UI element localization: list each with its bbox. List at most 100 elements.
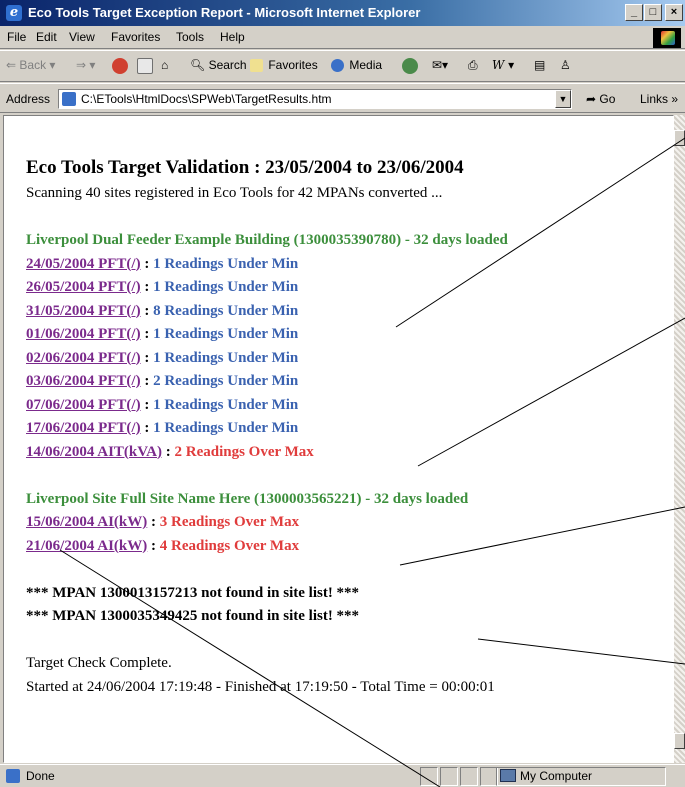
- address-dropdown-button[interactable]: ▼: [555, 90, 571, 108]
- status-pane: [420, 767, 438, 786]
- home-button[interactable]: ⌂: [161, 58, 168, 72]
- over-max-result: 2 Readings Over Max: [174, 443, 314, 460]
- reading-row: 03/06/2004 PFT(/) : 2 Readings Under Min: [26, 370, 673, 394]
- address-label: Address: [6, 92, 51, 106]
- reading-date-link[interactable]: 24/05/2004 PFT(/): [26, 256, 141, 272]
- status-text: Done: [26, 769, 55, 783]
- stop-button[interactable]: [112, 58, 130, 74]
- mail-icon: ✉▾: [432, 58, 449, 72]
- address-bar: Address C:\ETools\HtmlDocs\SPWeb\TargetR…: [0, 83, 685, 113]
- standard-toolbar: ⇐ Back ▾ ⇒ ▾ ⌂ 🔍︎ Search Favorites Media: [0, 50, 685, 82]
- close-button[interactable]: ×: [665, 4, 683, 21]
- site-heading: Liverpool Site Full Site Name Here (1300…: [26, 490, 469, 507]
- page-content: Eco Tools Target Validation : 23/05/2004…: [3, 115, 674, 763]
- menu-favorites[interactable]: Favorites: [111, 30, 160, 44]
- reading-row: 07/06/2004 PFT(/) : 1 Readings Under Min: [26, 394, 673, 418]
- maximize-button[interactable]: □: [644, 4, 662, 21]
- reading-row: 02/06/2004 PFT(/) : 1 Readings Under Min: [26, 347, 673, 371]
- go-arrow-icon: ➦: [586, 92, 597, 106]
- reading-date-link[interactable]: 15/06/2004 AI(kW): [26, 514, 147, 530]
- print-icon: ⎙: [468, 58, 478, 72]
- page-icon: [62, 92, 76, 106]
- under-min-result: 1 Readings Under Min: [153, 279, 299, 295]
- messenger-button[interactable]: ♙: [560, 58, 571, 72]
- media-button[interactable]: Media: [331, 58, 382, 73]
- computer-icon: [500, 769, 516, 782]
- refresh-icon: [137, 58, 153, 74]
- separator: :: [162, 443, 175, 460]
- security-zone: My Computer: [520, 769, 593, 783]
- messenger-icon: ♙: [560, 58, 571, 72]
- home-icon: ⌂: [161, 58, 169, 72]
- windows-logo-icon: [653, 28, 681, 48]
- favorites-button[interactable]: Favorites: [250, 58, 318, 73]
- separator: :: [140, 396, 154, 413]
- separator: :: [147, 537, 160, 554]
- separator: :: [140, 326, 154, 342]
- reading-date-link[interactable]: 03/06/2004 PFT(/): [26, 373, 141, 389]
- reading-date-link[interactable]: 31/05/2004 PFT(/): [26, 303, 141, 319]
- reading-date-link[interactable]: 01/06/2004 PFT(/): [26, 326, 141, 342]
- separator: :: [147, 514, 160, 530]
- status-pane: [440, 767, 458, 786]
- word-edit-icon: W ▾: [492, 58, 515, 72]
- reading-date-link[interactable]: 26/05/2004 PFT(/): [26, 279, 141, 295]
- menu-tools[interactable]: Tools: [176, 30, 204, 44]
- mail-button[interactable]: ✉▾: [432, 58, 448, 72]
- under-min-result: 2 Readings Under Min: [153, 373, 299, 389]
- reading-date-link[interactable]: 17/06/2004 PFT(/): [26, 420, 141, 436]
- site-heading: Liverpool Dual Feeder Example Building (…: [26, 232, 508, 248]
- menu-help[interactable]: Help: [220, 30, 245, 44]
- complete-message: Target Check Complete.: [26, 655, 172, 671]
- address-url: C:\ETools\HtmlDocs\SPWeb\TargetResults.h…: [81, 92, 332, 106]
- reading-date-link[interactable]: 21/06/2004 AI(kW): [26, 538, 147, 554]
- menu-edit[interactable]: Edit: [36, 30, 57, 44]
- reading-date-link[interactable]: 14/06/2004 AIT(kVA): [26, 444, 162, 460]
- reading-row: 31/05/2004 PFT(/) : 8 Readings Under Min: [26, 300, 673, 324]
- stop-icon: [112, 58, 128, 74]
- reading-row: 17/06/2004 PFT(/) : 1 Readings Under Min: [26, 417, 673, 441]
- separator: :: [140, 373, 154, 389]
- separator: :: [140, 349, 154, 366]
- edit-button[interactable]: W ▾: [492, 58, 514, 72]
- over-max-result: 4 Readings Over Max: [159, 537, 300, 554]
- refresh-button[interactable]: [137, 58, 155, 74]
- search-icon: 🔍︎: [190, 58, 206, 72]
- under-min-result: 1 Readings Under Min: [153, 396, 299, 413]
- over-max-result: 3 Readings Over Max: [159, 514, 300, 530]
- timing-summary: Started at 24/06/2004 17:19:48 - Finishe…: [26, 678, 495, 695]
- back-button[interactable]: ⇐ Back ▾: [6, 58, 55, 72]
- reading-date-link[interactable]: 07/06/2004 PFT(/): [26, 397, 141, 413]
- under-min-result: 1 Readings Under Min: [153, 326, 299, 342]
- menu-view[interactable]: View: [69, 30, 95, 44]
- scroll-down-button[interactable]: [674, 733, 685, 749]
- mpan-error: *** MPAN 1300013157213 not found in site…: [26, 584, 360, 601]
- under-min-result: 1 Readings Under Min: [153, 349, 299, 366]
- links-button[interactable]: Links »: [640, 92, 678, 106]
- title-bar[interactable]: e Eco Tools Target Exception Report - Mi…: [0, 0, 685, 26]
- back-arrow-icon: ⇐: [6, 58, 17, 72]
- search-button[interactable]: 🔍︎ Search: [190, 58, 247, 72]
- ie-logo-icon: e: [6, 5, 22, 21]
- menu-file[interactable]: File: [7, 30, 26, 44]
- scan-summary: Scanning 40 sites registered in Eco Tool…: [26, 185, 443, 201]
- address-input[interactable]: C:\ETools\HtmlDocs\SPWeb\TargetResults.h…: [58, 89, 572, 109]
- window-title: Eco Tools Target Exception Report - Micr…: [28, 5, 421, 20]
- history-button[interactable]: [402, 58, 420, 74]
- forward-button[interactable]: ⇒ ▾: [76, 58, 95, 72]
- report-heading: Eco Tools Target Validation : 23/05/2004…: [26, 157, 464, 178]
- go-button[interactable]: ➦ Go: [586, 92, 615, 106]
- vertical-scrollbar[interactable]: [674, 115, 685, 763]
- discuss-button[interactable]: ▤: [534, 58, 545, 72]
- discuss-icon: ▤: [534, 58, 546, 72]
- reading-date-link[interactable]: 02/06/2004 PFT(/): [26, 350, 141, 366]
- separator: :: [140, 302, 154, 319]
- separator: :: [140, 255, 154, 272]
- reading-row: 24/05/2004 PFT(/) : 1 Readings Under Min: [26, 253, 673, 277]
- scroll-up-button[interactable]: [674, 130, 685, 146]
- print-button[interactable]: ⎙: [468, 58, 478, 73]
- reading-row: 26/05/2004 PFT(/) : 1 Readings Under Min: [26, 276, 673, 300]
- browser-window: e Eco Tools Target Exception Report - Mi…: [0, 0, 685, 787]
- minimize-button[interactable]: _: [625, 4, 643, 21]
- status-bar: Done My Computer: [0, 764, 685, 787]
